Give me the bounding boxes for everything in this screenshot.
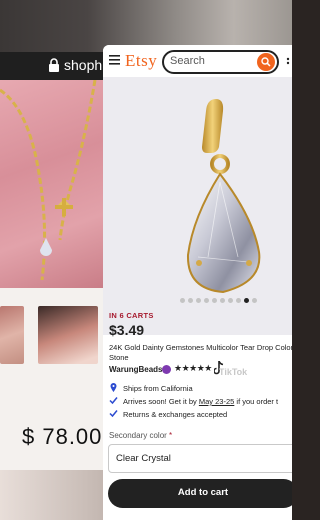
- shop-thumbnails: [0, 306, 104, 366]
- tiktok-watermark: TikTok: [219, 367, 248, 377]
- add-to-cart-button[interactable]: Add to cart: [108, 479, 292, 508]
- shop-price: $ 78.00: [22, 424, 103, 449]
- lock-icon: [49, 58, 59, 72]
- search-icon: [261, 57, 271, 67]
- required-mark: *: [169, 431, 173, 440]
- carousel-dot[interactable]: [236, 298, 241, 303]
- carousel-dot[interactable]: [196, 298, 201, 303]
- carousel-dot[interactable]: [228, 298, 233, 303]
- search-input[interactable]: Search: [162, 50, 279, 74]
- thumbnail[interactable]: [38, 306, 98, 364]
- check-icon: [109, 397, 118, 405]
- product-price: $3.49: [109, 322, 145, 338]
- etsy-header: Etsy Search: [103, 45, 292, 77]
- seller-name[interactable]: WarungBeads: [109, 365, 163, 374]
- selected-color: Clear Crystal: [116, 453, 171, 464]
- rating-stars[interactable]: ★★★★★: [174, 363, 212, 374]
- carousel-dots[interactable]: [180, 298, 257, 304]
- etsy-product-page: Etsy Search IN 6 CARTS $3.49 24K Gold Da…: [103, 45, 292, 520]
- secondary-color-select[interactable]: Clear Crystal: [108, 444, 292, 473]
- carousel-dot[interactable]: [180, 298, 185, 303]
- arrival-text: Arrives soon! Get it by May 23-25 if you…: [123, 397, 279, 406]
- search-button[interactable]: [257, 53, 275, 71]
- thumbnail[interactable]: [0, 306, 24, 364]
- returns-text: Returns & exchanges accepted: [123, 410, 228, 419]
- location-pin-icon: [110, 383, 117, 392]
- variation-label: Secondary color *: [109, 431, 173, 440]
- add-to-cart-label: Add to cart: [177, 487, 229, 498]
- shop-url: shoph: [64, 57, 103, 73]
- etsy-logo[interactable]: Etsy: [125, 51, 157, 71]
- necklace-photo: [0, 80, 104, 288]
- carousel-dot[interactable]: [188, 298, 193, 303]
- star-seller-icon: [162, 365, 171, 374]
- carousel-dot[interactable]: [244, 298, 249, 303]
- ships-from-text: Ships from California: [123, 384, 193, 393]
- hamburger-menu-icon[interactable]: [109, 55, 120, 65]
- carousel-dot[interactable]: [252, 298, 257, 303]
- product-image[interactable]: [103, 77, 292, 335]
- search-placeholder: Search: [170, 55, 205, 67]
- product-title: 24K Gold Dainty Gemstones Multicolor Tea…: [109, 343, 292, 362]
- carts-badge: IN 6 CARTS: [109, 311, 154, 320]
- carousel-dot[interactable]: [220, 298, 225, 303]
- check-icon: [109, 410, 118, 418]
- more-options-icon[interactable]: [284, 57, 292, 67]
- carousel-dot[interactable]: [204, 298, 209, 303]
- carousel-dot[interactable]: [212, 298, 217, 303]
